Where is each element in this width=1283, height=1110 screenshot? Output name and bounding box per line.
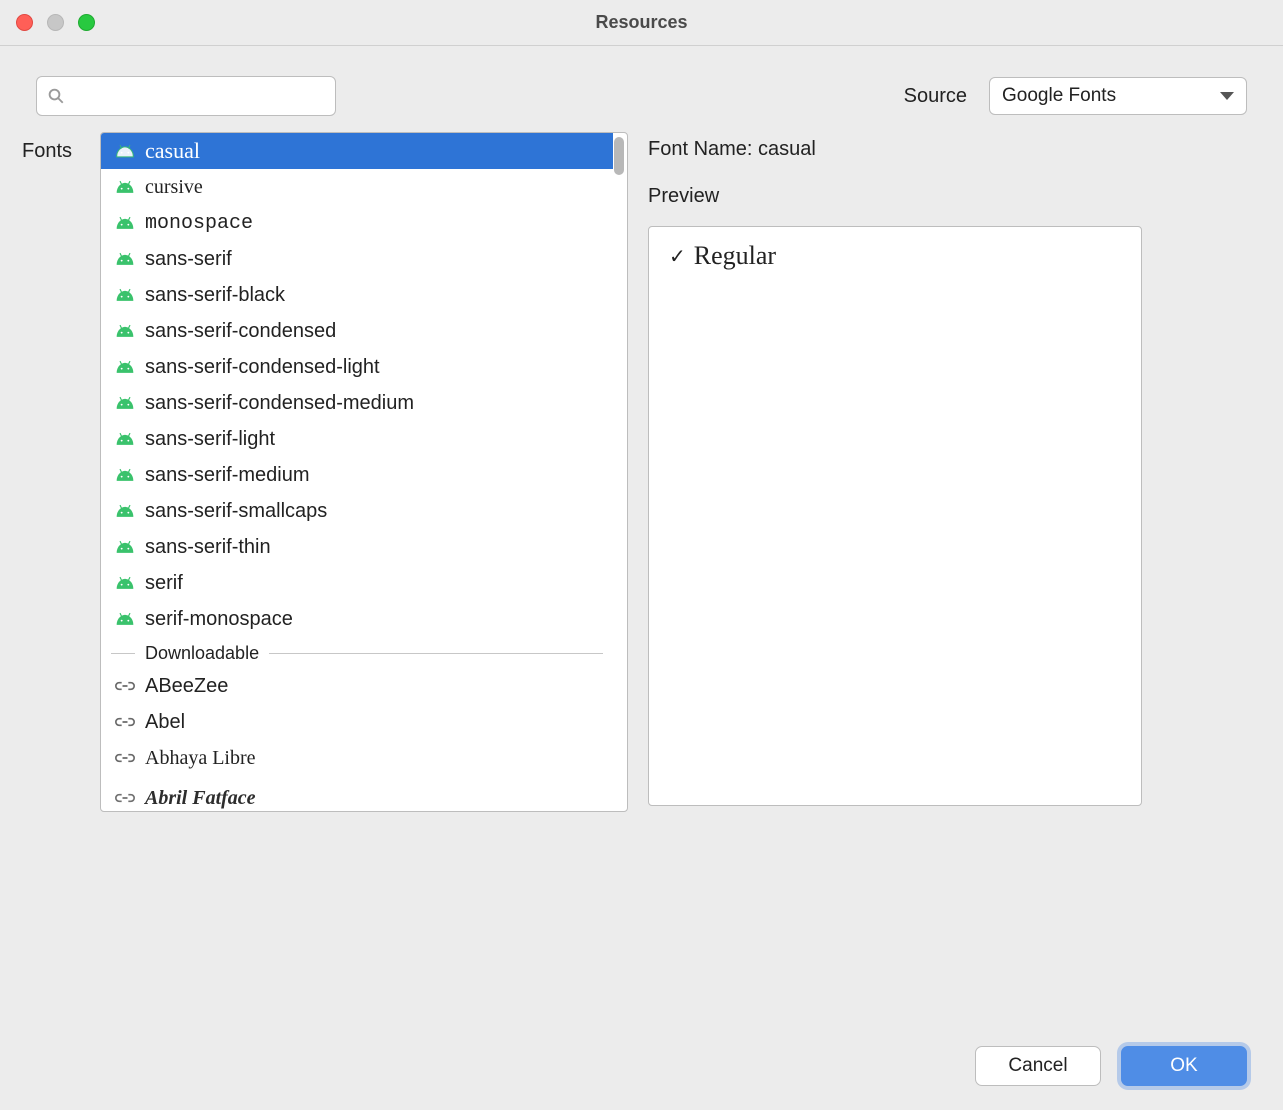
search-box[interactable] [36, 76, 336, 116]
font-item-label: serif [145, 572, 183, 595]
font-item-label: sans-serif-black [145, 284, 285, 307]
ok-button[interactable]: OK [1121, 1046, 1247, 1086]
cancel-button[interactable]: Cancel [975, 1046, 1101, 1086]
font-item-sans-serif-black[interactable]: sans-serif-black [101, 277, 613, 313]
android-icon [115, 323, 135, 339]
font-item-label: sans-serif-condensed-light [145, 356, 380, 379]
font-item-label: sans-serif-condensed-medium [145, 392, 414, 415]
android-icon [115, 611, 135, 627]
source-select[interactable]: Google Fonts [989, 77, 1247, 115]
font-item-label: ABeeZee [145, 675, 228, 698]
minimize-window-icon[interactable] [47, 14, 64, 31]
font-item-label: sans-serif-condensed [145, 320, 336, 343]
font-item-sans-serif-medium[interactable]: sans-serif-medium [101, 457, 613, 493]
preview-label: Preview [648, 185, 1247, 208]
font-item-sans-serif-condensed[interactable]: sans-serif-condensed [101, 313, 613, 349]
font-name-row: Font Name: casual [648, 138, 1247, 161]
font-item-abeezee[interactable]: ABeeZee [101, 668, 613, 704]
android-icon [115, 179, 135, 195]
section-divider-downloadable: Downloadable [101, 637, 613, 668]
android-icon [115, 395, 135, 411]
android-icon [115, 251, 135, 267]
section-label: Downloadable [145, 643, 259, 664]
font-item-label: monospace [145, 212, 253, 235]
preview-item-label: Regular [694, 241, 776, 271]
font-item-casual[interactable]: casual [101, 133, 613, 169]
font-item-sans-serif-smallcaps[interactable]: sans-serif-smallcaps [101, 493, 613, 529]
font-item-abel[interactable]: Abel [101, 704, 613, 740]
main: Fonts casual cursive monospace s [0, 132, 1283, 812]
android-icon [115, 143, 135, 159]
font-item-serif[interactable]: serif [101, 565, 613, 601]
font-item-cursive[interactable]: cursive [101, 169, 613, 205]
font-item-label: casual [145, 138, 200, 164]
font-name-label: Font Name: [648, 138, 752, 160]
android-icon [115, 467, 135, 483]
font-item-label: serif-monospace [145, 608, 293, 631]
font-item-sans-serif-condensed-light[interactable]: sans-serif-condensed-light [101, 349, 613, 385]
android-icon [115, 215, 135, 231]
window-controls [0, 14, 95, 31]
font-item-label: sans-serif-light [145, 428, 275, 451]
toolbar: Source Google Fonts [0, 46, 1283, 132]
font-item-sans-serif-condensed-medium[interactable]: sans-serif-condensed-medium [101, 385, 613, 421]
preview-box: ✓ Regular [648, 226, 1142, 806]
title-bar: Resources [0, 0, 1283, 46]
font-item-label: cursive [145, 176, 203, 199]
font-item-label: sans-serif-smallcaps [145, 500, 327, 523]
font-item-sans-serif-thin[interactable]: sans-serif-thin [101, 529, 613, 565]
checkmark-icon: ✓ [669, 244, 686, 269]
link-icon [115, 678, 135, 694]
font-list[interactable]: casual cursive monospace sans-serif sans… [100, 132, 628, 812]
scrollbar-thumb[interactable] [614, 137, 624, 175]
font-item-label: Abril Fatface [145, 787, 256, 810]
search-input[interactable] [73, 86, 325, 106]
font-item-serif-monospace[interactable]: serif-monospace [101, 601, 613, 637]
font-item-monospace[interactable]: monospace [101, 205, 613, 241]
search-icon [47, 87, 65, 105]
preview-item[interactable]: ✓ Regular [669, 241, 1121, 271]
left-column: Fonts casual cursive monospace s [22, 132, 628, 812]
right-column: Font Name: casual Preview ✓ Regular [648, 132, 1247, 812]
fonts-label: Fonts [22, 132, 86, 163]
link-icon [115, 714, 135, 730]
cancel-button-label: Cancel [1008, 1055, 1067, 1077]
ok-button-label: OK [1170, 1055, 1197, 1077]
close-window-icon[interactable] [16, 14, 33, 31]
font-name-value: casual [758, 138, 816, 160]
link-icon [115, 750, 135, 766]
font-item-label: sans-serif-medium [145, 464, 309, 487]
font-item-label: Abhaya Libre [145, 747, 256, 770]
source-value: Google Fonts [1002, 85, 1116, 107]
font-item-label: Abel [145, 711, 185, 734]
font-item-label: sans-serif-thin [145, 536, 271, 559]
android-icon [115, 503, 135, 519]
font-item-label: sans-serif [145, 248, 232, 271]
android-icon [115, 575, 135, 591]
android-icon [115, 539, 135, 555]
font-item-abhaya-libre[interactable]: Abhaya Libre [101, 740, 613, 776]
link-icon [115, 790, 135, 806]
maximize-window-icon[interactable] [78, 14, 95, 31]
android-icon [115, 287, 135, 303]
font-item-sans-serif-light[interactable]: sans-serif-light [101, 421, 613, 457]
android-icon [115, 359, 135, 375]
chevron-down-icon [1220, 92, 1234, 100]
android-icon [115, 431, 135, 447]
font-item-sans-serif[interactable]: sans-serif [101, 241, 613, 277]
footer: Cancel OK [975, 1046, 1247, 1086]
source-label: Source [904, 85, 967, 108]
font-item-abril-fatface[interactable]: Abril Fatface [101, 780, 613, 811]
window-title: Resources [0, 12, 1283, 33]
